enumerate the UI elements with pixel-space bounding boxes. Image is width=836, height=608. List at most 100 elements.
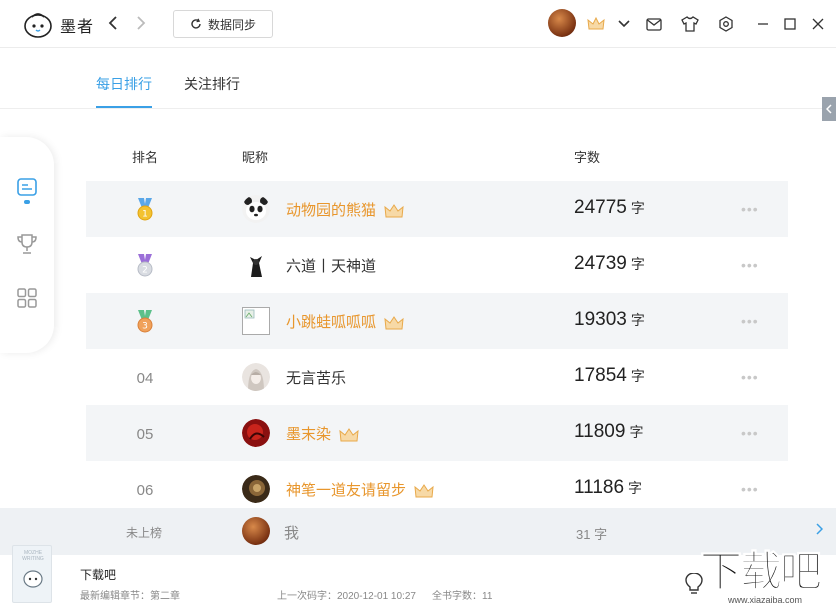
close-button[interactable] [808, 14, 828, 34]
word-count-value: 17854 [574, 365, 627, 386]
crown-icon [587, 17, 605, 30]
column-header-words: 字数 [574, 150, 601, 165]
gear-icon [719, 16, 733, 32]
table-row[interactable]: 1 动物园的熊猫 24775 字 ••• [86, 181, 788, 237]
book-cover-text: MOZHE WRITING [22, 550, 44, 562]
ranking-list-icon [17, 178, 37, 196]
rank-medal-silver: 2 [132, 254, 158, 278]
my-nickname: 我 [284, 525, 300, 542]
avatar[interactable] [242, 307, 270, 335]
rail-item-apps[interactable] [14, 285, 40, 311]
silver-medal-icon: 2 [137, 254, 153, 277]
title-bar: 墨者 数据同步 [0, 0, 836, 48]
minimize-icon [758, 23, 768, 25]
avatar[interactable] [242, 363, 270, 391]
rank-number: 05 [136, 425, 154, 443]
user-avatar[interactable] [548, 9, 576, 37]
chevron-right-icon [137, 16, 146, 30]
messages-button[interactable] [644, 14, 664, 34]
table-row[interactable]: 04 无言苦乐 17854 字 ••• [86, 349, 788, 405]
app-name: 墨者 [60, 19, 95, 36]
word-count-value: 24739 [574, 253, 627, 274]
tab-follow-ranking[interactable]: 关注排行 [184, 74, 240, 94]
crown-icon [384, 316, 404, 330]
rail-active-indicator [24, 200, 30, 204]
word-count-unit: 字 [630, 312, 645, 328]
avatar[interactable] [242, 419, 270, 447]
rank-number: 04 [136, 369, 154, 387]
ranking-table-header: 排名 昵称 字数 [86, 140, 788, 170]
rank-number: 06 [136, 481, 154, 499]
chevron-left-icon [108, 16, 117, 30]
table-row[interactable]: 05 墨末染 11809 字 ••• [86, 405, 788, 461]
word-count: 11809 字 [574, 421, 643, 443]
panda-avatar-icon [242, 195, 270, 223]
vip-crown-button[interactable] [586, 14, 606, 34]
side-rail [0, 137, 54, 353]
word-count-unit: 字 [630, 200, 645, 216]
nickname[interactable]: 神笔一道友请留步 [286, 479, 434, 500]
word-count-value: 11186 [574, 477, 625, 498]
nickname-text: 小跳蛙呱呱呱 [286, 314, 377, 331]
avatar[interactable] [242, 251, 270, 279]
column-header-nickname: 昵称 [242, 150, 269, 165]
more-options-button[interactable]: ••• [741, 313, 759, 329]
close-icon [812, 18, 824, 30]
more-options-button[interactable]: ••• [741, 201, 759, 217]
word-count-unit: 字 [629, 424, 644, 440]
word-count-value: 24775 [574, 197, 627, 218]
svg-text:2: 2 [142, 266, 148, 276]
table-row[interactable]: 2 六道丨天神道 24739 字 ••• [86, 237, 788, 293]
word-count: 19303 字 [574, 309, 645, 331]
word-count: 17854 字 [574, 365, 645, 387]
nickname[interactable]: 小跳蛙呱呱呱 [286, 311, 404, 332]
app-logo-icon [23, 570, 43, 588]
rail-item-trophy[interactable] [14, 231, 40, 257]
collapse-panel-button[interactable] [822, 97, 836, 121]
watermark-url: www.xiazaiba.com [728, 595, 803, 605]
word-count: 11186 字 [574, 477, 642, 499]
nickname[interactable]: 墨末染 [286, 423, 359, 444]
more-options-button[interactable]: ••• [741, 369, 759, 385]
sync-button[interactable]: 数据同步 [173, 10, 273, 38]
brown-avatar-icon [242, 475, 270, 503]
latest-chapter: 最新编辑章节：第二章 [80, 591, 180, 602]
tab-bar: 每日排行 关注排行 [0, 48, 836, 121]
word-count: 24739 字 [574, 253, 645, 275]
word-count-unit: 字 [630, 368, 645, 384]
maximize-button[interactable] [780, 14, 800, 34]
avatar[interactable] [242, 475, 270, 503]
word-count-value: 11809 [574, 421, 626, 442]
red-avatar-icon [242, 419, 270, 447]
book-cover[interactable]: MOZHE WRITING [12, 545, 52, 603]
app-logo-icon [24, 13, 52, 38]
more-options-button[interactable]: ••• [741, 425, 759, 441]
chevron-left-icon [826, 104, 832, 114]
more-options-button[interactable]: ••• [741, 481, 759, 497]
more-options-button[interactable]: ••• [741, 257, 759, 273]
my-avatar[interactable] [242, 517, 270, 545]
avatar[interactable] [242, 195, 270, 223]
back-button[interactable] [102, 12, 124, 34]
mail-icon [646, 17, 662, 31]
broken-image-icon [242, 307, 270, 335]
nickname-text: 动物园的熊猫 [286, 202, 377, 219]
nickname[interactable]: 无言苦乐 [286, 367, 346, 388]
minimize-button[interactable] [753, 14, 773, 34]
forward-button[interactable] [130, 12, 152, 34]
grid-apps-icon [17, 288, 37, 308]
sync-button-label: 数据同步 [207, 17, 256, 32]
table-row[interactable]: 3 小跳蛙呱呱呱 19303 字 ••• [86, 293, 788, 349]
nickname[interactable]: 动物园的熊猫 [286, 199, 404, 220]
rail-item-ranking[interactable] [14, 175, 40, 201]
my-row-expand-button[interactable] [816, 522, 824, 538]
book-title[interactable]: 下载吧 [80, 566, 116, 583]
nickname[interactable]: 六道丨天神道 [286, 255, 376, 276]
theme-button[interactable] [680, 14, 700, 34]
settings-button[interactable] [716, 14, 736, 34]
rank-medal-bronze: 3 [132, 310, 158, 334]
nickname-text: 墨末染 [286, 426, 332, 443]
account-dropdown-button[interactable] [614, 14, 634, 34]
trophy-icon [17, 234, 37, 254]
tab-daily-ranking[interactable]: 每日排行 [96, 74, 152, 108]
